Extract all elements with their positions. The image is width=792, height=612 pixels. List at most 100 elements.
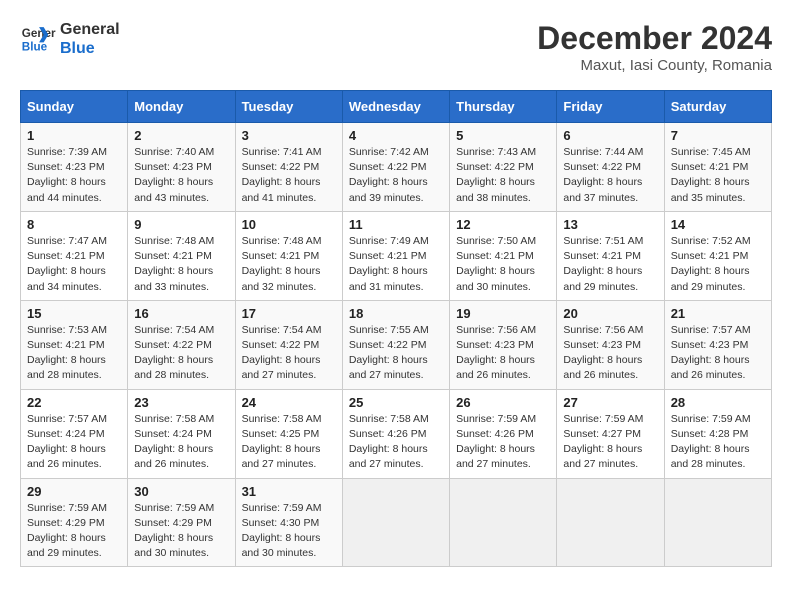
day-cell: 27 Sunrise: 7:59 AMSunset: 4:27 PMDaylig… <box>557 389 664 478</box>
day-cell: 2 Sunrise: 7:40 AMSunset: 4:23 PMDayligh… <box>128 123 235 212</box>
day-info: Sunrise: 7:50 AMSunset: 4:21 PMDaylight:… <box>456 234 550 295</box>
day-cell: 19 Sunrise: 7:56 AMSunset: 4:23 PMDaylig… <box>450 300 557 389</box>
day-info: Sunrise: 7:59 AMSunset: 4:30 PMDaylight:… <box>242 501 336 562</box>
day-number: 18 <box>349 306 443 321</box>
weekday-header-tuesday: Tuesday <box>235 91 342 123</box>
day-number: 9 <box>134 217 228 232</box>
weekday-header-friday: Friday <box>557 91 664 123</box>
day-cell: 11 Sunrise: 7:49 AMSunset: 4:21 PMDaylig… <box>342 211 449 300</box>
month-title: December 2024 <box>537 20 772 57</box>
day-number: 17 <box>242 306 336 321</box>
day-cell: 12 Sunrise: 7:50 AMSunset: 4:21 PMDaylig… <box>450 211 557 300</box>
day-cell: 4 Sunrise: 7:42 AMSunset: 4:22 PMDayligh… <box>342 123 449 212</box>
day-cell: 1 Sunrise: 7:39 AMSunset: 4:23 PMDayligh… <box>21 123 128 212</box>
weekday-header-saturday: Saturday <box>664 91 771 123</box>
day-info: Sunrise: 7:43 AMSunset: 4:22 PMDaylight:… <box>456 145 550 206</box>
day-number: 20 <box>563 306 657 321</box>
day-cell: 20 Sunrise: 7:56 AMSunset: 4:23 PMDaylig… <box>557 300 664 389</box>
day-cell <box>557 478 664 567</box>
day-info: Sunrise: 7:59 AMSunset: 4:28 PMDaylight:… <box>671 412 765 473</box>
day-cell: 15 Sunrise: 7:53 AMSunset: 4:21 PMDaylig… <box>21 300 128 389</box>
weekday-header-wednesday: Wednesday <box>342 91 449 123</box>
calendar-table: SundayMondayTuesdayWednesdayThursdayFrid… <box>20 90 772 567</box>
day-number: 2 <box>134 128 228 143</box>
day-info: Sunrise: 7:48 AMSunset: 4:21 PMDaylight:… <box>134 234 228 295</box>
day-number: 21 <box>671 306 765 321</box>
day-info: Sunrise: 7:48 AMSunset: 4:21 PMDaylight:… <box>242 234 336 295</box>
week-row-5: 29 Sunrise: 7:59 AMSunset: 4:29 PMDaylig… <box>21 478 772 567</box>
week-row-1: 1 Sunrise: 7:39 AMSunset: 4:23 PMDayligh… <box>21 123 772 212</box>
day-info: Sunrise: 7:57 AMSunset: 4:24 PMDaylight:… <box>27 412 121 473</box>
day-number: 26 <box>456 395 550 410</box>
day-cell: 13 Sunrise: 7:51 AMSunset: 4:21 PMDaylig… <box>557 211 664 300</box>
day-cell: 8 Sunrise: 7:47 AMSunset: 4:21 PMDayligh… <box>21 211 128 300</box>
day-cell: 25 Sunrise: 7:58 AMSunset: 4:26 PMDaylig… <box>342 389 449 478</box>
day-info: Sunrise: 7:54 AMSunset: 4:22 PMDaylight:… <box>134 323 228 384</box>
day-number: 11 <box>349 217 443 232</box>
day-number: 6 <box>563 128 657 143</box>
day-info: Sunrise: 7:59 AMSunset: 4:29 PMDaylight:… <box>27 501 121 562</box>
weekday-header-thursday: Thursday <box>450 91 557 123</box>
day-cell: 7 Sunrise: 7:45 AMSunset: 4:21 PMDayligh… <box>664 123 771 212</box>
day-cell: 3 Sunrise: 7:41 AMSunset: 4:22 PMDayligh… <box>235 123 342 212</box>
day-number: 25 <box>349 395 443 410</box>
day-cell: 14 Sunrise: 7:52 AMSunset: 4:21 PMDaylig… <box>664 211 771 300</box>
day-info: Sunrise: 7:59 AMSunset: 4:27 PMDaylight:… <box>563 412 657 473</box>
day-number: 8 <box>27 217 121 232</box>
day-number: 10 <box>242 217 336 232</box>
day-number: 16 <box>134 306 228 321</box>
day-cell: 16 Sunrise: 7:54 AMSunset: 4:22 PMDaylig… <box>128 300 235 389</box>
day-cell: 24 Sunrise: 7:58 AMSunset: 4:25 PMDaylig… <box>235 389 342 478</box>
day-cell: 31 Sunrise: 7:59 AMSunset: 4:30 PMDaylig… <box>235 478 342 567</box>
day-cell: 28 Sunrise: 7:59 AMSunset: 4:28 PMDaylig… <box>664 389 771 478</box>
day-number: 30 <box>134 484 228 499</box>
day-number: 12 <box>456 217 550 232</box>
day-info: Sunrise: 7:41 AMSunset: 4:22 PMDaylight:… <box>242 145 336 206</box>
day-info: Sunrise: 7:44 AMSunset: 4:22 PMDaylight:… <box>563 145 657 206</box>
day-number: 14 <box>671 217 765 232</box>
logo-line1: General <box>60 20 120 39</box>
day-cell: 29 Sunrise: 7:59 AMSunset: 4:29 PMDaylig… <box>21 478 128 567</box>
day-cell: 22 Sunrise: 7:57 AMSunset: 4:24 PMDaylig… <box>21 389 128 478</box>
day-info: Sunrise: 7:40 AMSunset: 4:23 PMDaylight:… <box>134 145 228 206</box>
day-info: Sunrise: 7:59 AMSunset: 4:26 PMDaylight:… <box>456 412 550 473</box>
weekday-header-monday: Monday <box>128 91 235 123</box>
day-info: Sunrise: 7:58 AMSunset: 4:24 PMDaylight:… <box>134 412 228 473</box>
day-cell: 10 Sunrise: 7:48 AMSunset: 4:21 PMDaylig… <box>235 211 342 300</box>
logo: General Blue General Blue <box>20 20 120 58</box>
week-row-2: 8 Sunrise: 7:47 AMSunset: 4:21 PMDayligh… <box>21 211 772 300</box>
day-info: Sunrise: 7:51 AMSunset: 4:21 PMDaylight:… <box>563 234 657 295</box>
day-number: 7 <box>671 128 765 143</box>
day-cell <box>450 478 557 567</box>
week-row-3: 15 Sunrise: 7:53 AMSunset: 4:21 PMDaylig… <box>21 300 772 389</box>
day-number: 27 <box>563 395 657 410</box>
day-number: 4 <box>349 128 443 143</box>
day-cell <box>342 478 449 567</box>
day-number: 22 <box>27 395 121 410</box>
day-number: 19 <box>456 306 550 321</box>
day-cell: 23 Sunrise: 7:58 AMSunset: 4:24 PMDaylig… <box>128 389 235 478</box>
day-info: Sunrise: 7:42 AMSunset: 4:22 PMDaylight:… <box>349 145 443 206</box>
svg-text:General: General <box>22 27 56 40</box>
day-cell: 9 Sunrise: 7:48 AMSunset: 4:21 PMDayligh… <box>128 211 235 300</box>
day-number: 5 <box>456 128 550 143</box>
day-number: 13 <box>563 217 657 232</box>
weekday-header-row: SundayMondayTuesdayWednesdayThursdayFrid… <box>21 91 772 123</box>
day-info: Sunrise: 7:57 AMSunset: 4:23 PMDaylight:… <box>671 323 765 384</box>
day-info: Sunrise: 7:39 AMSunset: 4:23 PMDaylight:… <box>27 145 121 206</box>
day-cell: 18 Sunrise: 7:55 AMSunset: 4:22 PMDaylig… <box>342 300 449 389</box>
day-info: Sunrise: 7:58 AMSunset: 4:26 PMDaylight:… <box>349 412 443 473</box>
day-cell: 6 Sunrise: 7:44 AMSunset: 4:22 PMDayligh… <box>557 123 664 212</box>
day-cell <box>664 478 771 567</box>
day-cell: 5 Sunrise: 7:43 AMSunset: 4:22 PMDayligh… <box>450 123 557 212</box>
header: General Blue General Blue December 2024 … <box>20 20 772 74</box>
svg-text:Blue: Blue <box>22 41 48 54</box>
day-info: Sunrise: 7:55 AMSunset: 4:22 PMDaylight:… <box>349 323 443 384</box>
day-cell: 21 Sunrise: 7:57 AMSunset: 4:23 PMDaylig… <box>664 300 771 389</box>
week-row-4: 22 Sunrise: 7:57 AMSunset: 4:24 PMDaylig… <box>21 389 772 478</box>
logo-line2: Blue <box>60 39 120 58</box>
day-info: Sunrise: 7:54 AMSunset: 4:22 PMDaylight:… <box>242 323 336 384</box>
day-number: 3 <box>242 128 336 143</box>
day-info: Sunrise: 7:49 AMSunset: 4:21 PMDaylight:… <box>349 234 443 295</box>
day-cell: 17 Sunrise: 7:54 AMSunset: 4:22 PMDaylig… <box>235 300 342 389</box>
